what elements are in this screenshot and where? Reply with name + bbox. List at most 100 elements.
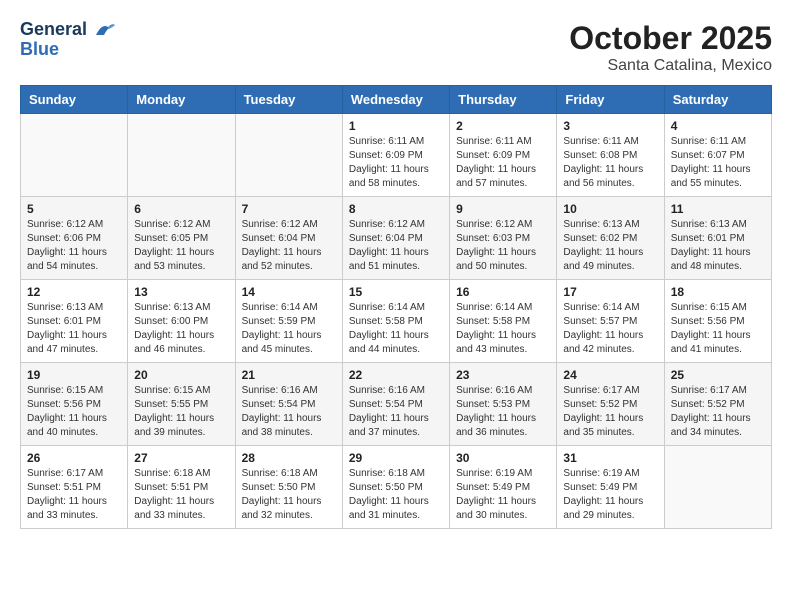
- day-info: Sunrise: 6:13 AM Sunset: 6:02 PM Dayligh…: [563, 218, 657, 274]
- day-number: 30: [456, 451, 550, 465]
- calendar-day-cell: 20 Sunrise: 6:15 AM Sunset: 5:55 PM Dayli…: [128, 363, 235, 446]
- day-number: 13: [134, 285, 228, 299]
- calendar-day-cell: 3 Sunrise: 6:11 AM Sunset: 6:08 PM Daylig…: [557, 114, 664, 197]
- day-info: Sunrise: 6:12 AM Sunset: 6:04 PM Dayligh…: [242, 218, 336, 274]
- location: Santa Catalina, Mexico: [569, 57, 772, 75]
- day-info: Sunrise: 6:13 AM Sunset: 6:01 PM Dayligh…: [27, 301, 121, 357]
- calendar-day-cell: 27Sunrise: 6:18 AM Sunset: 5:51 PM Dayli…: [128, 446, 235, 529]
- day-info: Sunrise: 6:14 AM Sunset: 5:58 PM Dayligh…: [456, 301, 550, 357]
- logo: General Blue: [20, 20, 116, 60]
- day-info: Sunrise: 6:19 AM Sunset: 5:49 PM Dayligh…: [456, 467, 550, 523]
- calendar-day-cell: 19Sunrise: 6:15 AM Sunset: 5:56 PM Dayli…: [21, 363, 128, 446]
- calendar-day-cell: 12 Sunrise: 6:13 AM Sunset: 6:01 PM Dayli…: [21, 280, 128, 363]
- weekday-header-friday: Friday: [557, 86, 664, 114]
- day-info: Sunrise: 6:11 AM Sunset: 6:09 PM Dayligh…: [456, 135, 550, 191]
- logo-text-blue: Blue: [20, 40, 116, 60]
- day-number: 29: [349, 451, 443, 465]
- calendar-week-row: 19Sunrise: 6:15 AM Sunset: 5:56 PM Dayli…: [21, 363, 772, 446]
- day-number: 31: [563, 451, 657, 465]
- calendar-day-cell: 13Sunrise: 6:13 AM Sunset: 6:00 PM Dayli…: [128, 280, 235, 363]
- calendar-day-cell: 10 Sunrise: 6:13 AM Sunset: 6:02 PM Dayli…: [557, 197, 664, 280]
- calendar-day-cell: 8Sunrise: 6:12 AM Sunset: 6:04 PM Daylig…: [342, 197, 449, 280]
- day-number: 18: [671, 285, 765, 299]
- calendar-day-cell: 29 Sunrise: 6:18 AM Sunset: 5:50 PM Dayli…: [342, 446, 449, 529]
- weekday-header-thursday: Thursday: [450, 86, 557, 114]
- calendar-day-cell: 7 Sunrise: 6:12 AM Sunset: 6:04 PM Daylig…: [235, 197, 342, 280]
- calendar-day-cell: 2 Sunrise: 6:11 AM Sunset: 6:09 PM Daylig…: [450, 114, 557, 197]
- calendar-day-cell: 17 Sunrise: 6:14 AM Sunset: 5:57 PM Dayli…: [557, 280, 664, 363]
- day-number: 20: [134, 368, 228, 382]
- calendar-week-row: 1 Sunrise: 6:11 AM Sunset: 6:09 PM Daylig…: [21, 114, 772, 197]
- day-info: Sunrise: 6:17 AM Sunset: 5:51 PM Dayligh…: [27, 467, 121, 523]
- day-number: 4: [671, 119, 765, 133]
- day-info: Sunrise: 6:14 AM Sunset: 5:58 PM Dayligh…: [349, 301, 443, 357]
- day-info: Sunrise: 6:16 AM Sunset: 5:54 PM Dayligh…: [242, 384, 336, 440]
- day-number: 12: [27, 285, 121, 299]
- day-number: 5: [27, 202, 121, 216]
- title-area: October 2025 Santa Catalina, Mexico: [569, 20, 772, 75]
- day-info: Sunrise: 6:17 AM Sunset: 5:52 PM Dayligh…: [563, 384, 657, 440]
- calendar-day-cell: [128, 114, 235, 197]
- calendar-day-cell: 23Sunrise: 6:16 AM Sunset: 5:53 PM Dayli…: [450, 363, 557, 446]
- day-number: 25: [671, 368, 765, 382]
- day-info: Sunrise: 6:15 AM Sunset: 5:55 PM Dayligh…: [134, 384, 228, 440]
- calendar-day-cell: 11Sunrise: 6:13 AM Sunset: 6:01 PM Dayli…: [664, 197, 771, 280]
- calendar-day-cell: 21 Sunrise: 6:16 AM Sunset: 5:54 PM Dayli…: [235, 363, 342, 446]
- day-number: 26: [27, 451, 121, 465]
- day-number: 7: [242, 202, 336, 216]
- day-info: Sunrise: 6:18 AM Sunset: 5:50 PM Dayligh…: [242, 467, 336, 523]
- calendar-table: SundayMondayTuesdayWednesdayThursdayFrid…: [20, 85, 772, 529]
- calendar-day-cell: [21, 114, 128, 197]
- day-info: Sunrise: 6:18 AM Sunset: 5:50 PM Dayligh…: [349, 467, 443, 523]
- day-info: Sunrise: 6:14 AM Sunset: 5:57 PM Dayligh…: [563, 301, 657, 357]
- calendar-day-cell: [664, 446, 771, 529]
- weekday-header-tuesday: Tuesday: [235, 86, 342, 114]
- month-title: October 2025: [569, 20, 772, 57]
- day-number: 14: [242, 285, 336, 299]
- weekday-header-row: SundayMondayTuesdayWednesdayThursdayFrid…: [21, 86, 772, 114]
- day-number: 22: [349, 368, 443, 382]
- calendar-week-row: 5 Sunrise: 6:12 AM Sunset: 6:06 PM Daylig…: [21, 197, 772, 280]
- page-header: General Blue October 2025 Santa Catalina…: [20, 20, 772, 75]
- day-info: Sunrise: 6:16 AM Sunset: 5:54 PM Dayligh…: [349, 384, 443, 440]
- day-number: 21: [242, 368, 336, 382]
- day-number: 23: [456, 368, 550, 382]
- weekday-header-wednesday: Wednesday: [342, 86, 449, 114]
- day-info: Sunrise: 6:11 AM Sunset: 6:08 PM Dayligh…: [563, 135, 657, 191]
- day-number: 19: [27, 368, 121, 382]
- day-number: 24: [563, 368, 657, 382]
- day-info: Sunrise: 6:12 AM Sunset: 6:06 PM Dayligh…: [27, 218, 121, 274]
- day-number: 2: [456, 119, 550, 133]
- calendar-day-cell: 14Sunrise: 6:14 AM Sunset: 5:59 PM Dayli…: [235, 280, 342, 363]
- day-number: 15: [349, 285, 443, 299]
- calendar-day-cell: 16Sunrise: 6:14 AM Sunset: 5:58 PM Dayli…: [450, 280, 557, 363]
- day-info: Sunrise: 6:17 AM Sunset: 5:52 PM Dayligh…: [671, 384, 765, 440]
- day-number: 8: [349, 202, 443, 216]
- day-info: Sunrise: 6:18 AM Sunset: 5:51 PM Dayligh…: [134, 467, 228, 523]
- day-info: Sunrise: 6:11 AM Sunset: 6:09 PM Dayligh…: [349, 135, 443, 191]
- day-number: 9: [456, 202, 550, 216]
- weekday-header-monday: Monday: [128, 86, 235, 114]
- calendar-day-cell: 1 Sunrise: 6:11 AM Sunset: 6:09 PM Daylig…: [342, 114, 449, 197]
- calendar-week-row: 12 Sunrise: 6:13 AM Sunset: 6:01 PM Dayli…: [21, 280, 772, 363]
- day-number: 11: [671, 202, 765, 216]
- day-number: 17: [563, 285, 657, 299]
- calendar-day-cell: 25 Sunrise: 6:17 AM Sunset: 5:52 PM Dayli…: [664, 363, 771, 446]
- calendar-day-cell: 22 Sunrise: 6:16 AM Sunset: 5:54 PM Dayli…: [342, 363, 449, 446]
- day-info: Sunrise: 6:15 AM Sunset: 5:56 PM Dayligh…: [671, 301, 765, 357]
- day-number: 6: [134, 202, 228, 216]
- day-info: Sunrise: 6:12 AM Sunset: 6:05 PM Dayligh…: [134, 218, 228, 274]
- day-info: Sunrise: 6:11 AM Sunset: 6:07 PM Dayligh…: [671, 135, 765, 191]
- calendar-day-cell: 4 Sunrise: 6:11 AM Sunset: 6:07 PM Daylig…: [664, 114, 771, 197]
- calendar-day-cell: 28Sunrise: 6:18 AM Sunset: 5:50 PM Dayli…: [235, 446, 342, 529]
- weekday-header-saturday: Saturday: [664, 86, 771, 114]
- calendar-day-cell: 18 Sunrise: 6:15 AM Sunset: 5:56 PM Dayli…: [664, 280, 771, 363]
- calendar-day-cell: 31Sunrise: 6:19 AM Sunset: 5:49 PM Dayli…: [557, 446, 664, 529]
- day-number: 3: [563, 119, 657, 133]
- logo-bird-icon: [94, 21, 116, 39]
- calendar-day-cell: [235, 114, 342, 197]
- calendar-week-row: 26 Sunrise: 6:17 AM Sunset: 5:51 PM Dayli…: [21, 446, 772, 529]
- day-number: 10: [563, 202, 657, 216]
- day-number: 1: [349, 119, 443, 133]
- weekday-header-sunday: Sunday: [21, 86, 128, 114]
